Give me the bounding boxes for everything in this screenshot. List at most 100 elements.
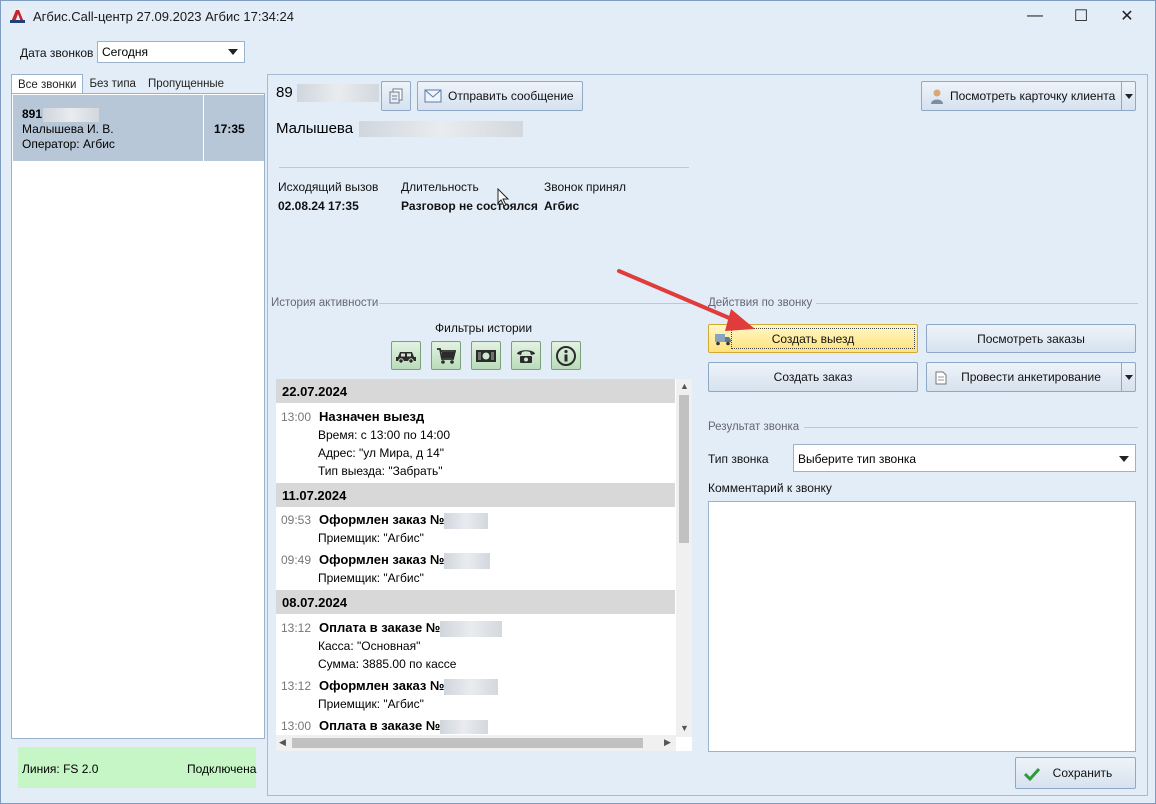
horizontal-scrollbar[interactable]: ◀ ▶ xyxy=(276,735,676,751)
accepted-by-header: Звонок принял xyxy=(544,180,627,194)
divider xyxy=(816,303,1138,304)
history-entry-title-text: Оформлен заказ № xyxy=(319,678,445,693)
chevron-down-icon[interactable] xyxy=(1121,363,1135,391)
history-entry: 13:12 Оформлен заказ № Приемщик: "Агбис" xyxy=(276,677,675,713)
redacted-order-number xyxy=(440,719,489,734)
checkmark-icon xyxy=(1024,767,1040,781)
contact-name-text: Малышева xyxy=(276,120,354,137)
title-bar: Агбис.Call-центр 27.09.2023 Агбис 17:34:… xyxy=(1,1,1155,31)
send-message-button[interactable]: Отправить сообщение xyxy=(417,81,583,111)
tab-all-calls[interactable]: Все звонки xyxy=(11,74,84,95)
history-entry-time: 09:49 xyxy=(281,553,312,567)
filter-cash-button[interactable] xyxy=(471,341,501,370)
line-name: Линия: FS 2.0 xyxy=(22,762,99,776)
redacted-order-number xyxy=(444,512,489,529)
comment-textarea[interactable] xyxy=(708,501,1136,752)
scroll-down-icon[interactable]: ▼ xyxy=(680,723,689,733)
view-client-card-button[interactable]: Посмотреть карточку клиента xyxy=(921,81,1136,111)
history-entry-title: Оплата в заказе № xyxy=(319,717,489,735)
call-time: 17:35 xyxy=(214,122,245,136)
tab-missed[interactable]: Пропущенные xyxy=(142,74,230,95)
result-section-title: Результат звонка xyxy=(708,421,800,433)
contact-name: Малышева xyxy=(276,120,524,138)
history-section-title: История активности xyxy=(271,297,379,309)
filter-cart-button[interactable] xyxy=(431,341,461,370)
call-list-item[interactable]: 891 Малышева И. В. Оператор: Агбис 17:35 xyxy=(13,95,264,161)
close-button[interactable]: ✕ xyxy=(1104,1,1150,31)
history-entry-detail: Приемщик: "Агбис" xyxy=(318,571,424,585)
history-entry-time: 13:00 xyxy=(281,410,312,424)
vertical-scrollbar[interactable]: ▲ ▼ xyxy=(676,379,692,737)
user-icon xyxy=(931,89,943,104)
annotation-arrow-icon xyxy=(617,269,755,331)
maximize-button[interactable]: ☐ xyxy=(1058,1,1104,31)
redacted-name xyxy=(359,121,524,138)
history-filters-title: Фильтры истории xyxy=(435,321,533,335)
history-entry-time: 13:00 xyxy=(281,719,312,733)
view-orders-button[interactable]: Посмотреть заказы xyxy=(926,324,1136,353)
history-entry-time: 09:53 xyxy=(281,513,312,527)
survey-label: Провести анкетирование xyxy=(961,370,1101,384)
redacted-phone xyxy=(43,107,100,122)
send-message-label: Отправить сообщение xyxy=(448,89,574,103)
call-type-label: Тип звонка xyxy=(708,452,769,466)
redacted-order-number xyxy=(444,678,499,695)
scroll-left-icon[interactable]: ◀ xyxy=(279,737,286,748)
history-entry-detail: Адрес: "ул Мира, д 14" xyxy=(318,446,445,460)
contact-phone-text: 89 xyxy=(276,84,293,101)
date-filter-label: Дата звонков xyxy=(20,46,94,60)
car-icon xyxy=(396,351,416,364)
app-window: Агбис.Call-центр 27.09.2023 Агбис 17:34:… xyxy=(0,0,1156,804)
scroll-right-icon[interactable]: ▶ xyxy=(664,737,671,748)
chevron-down-icon[interactable] xyxy=(1121,82,1135,110)
view-client-card-label: Посмотреть карточку клиента xyxy=(950,89,1116,103)
contact-phone: 89 xyxy=(276,84,379,103)
duration-header: Длительность xyxy=(401,180,479,194)
redacted-order-number xyxy=(440,620,503,637)
window-title: Агбис.Call-центр 27.09.2023 Агбис 17:34:… xyxy=(33,9,294,24)
envelope-icon xyxy=(424,89,442,103)
chevron-down-icon xyxy=(228,49,238,55)
phone-icon xyxy=(517,349,535,363)
call-operator: Оператор: Агбис xyxy=(22,137,115,151)
minimize-button[interactable]: — xyxy=(1012,1,1058,31)
history-list[interactable]: 22.07.2024 13:00 Назначен выезд Время: с… xyxy=(276,379,692,751)
call-list: 891 Малышева И. В. Оператор: Агбис 17:35 xyxy=(11,93,265,739)
history-entry-detail: Тип выезда: "Забрать" xyxy=(318,464,443,478)
scroll-up-icon[interactable]: ▲ xyxy=(680,381,689,391)
call-direction-header: Исходящий вызов xyxy=(278,180,379,194)
tab-no-type[interactable]: Без типа xyxy=(83,74,141,95)
history-entry-title: Оплата в заказе № xyxy=(319,619,503,637)
call-type-select[interactable]: Выберите тип звонка xyxy=(793,444,1136,472)
date-filter-select[interactable]: Сегодня xyxy=(97,41,245,63)
history-date-header: 08.07.2024 xyxy=(276,590,675,614)
history-entry-detail: Сумма: 3885.00 по кассе xyxy=(318,657,457,671)
create-order-button[interactable]: Создать заказ xyxy=(708,362,918,392)
filter-car-button[interactable] xyxy=(391,341,421,370)
mouse-cursor-icon xyxy=(497,188,509,207)
history-date-header: 11.07.2024 xyxy=(276,483,675,507)
copy-phone-button[interactable] xyxy=(381,81,411,111)
history-entry-detail: Приемщик: "Агбис" xyxy=(318,697,424,711)
survey-button[interactable]: Провести анкетирование xyxy=(926,362,1136,392)
line-status: Линия: FS 2.0 Подключена xyxy=(18,747,256,788)
call-tabs: Все звонки Без типа Пропущенные xyxy=(11,74,230,95)
divider xyxy=(279,167,689,168)
save-button[interactable]: Сохранить xyxy=(1015,757,1136,789)
history-entry-title-text: Оформлен заказ № xyxy=(319,552,445,567)
history-entry-title: Назначен выезд xyxy=(319,409,425,424)
scroll-thumb[interactable] xyxy=(679,395,689,543)
filter-info-button[interactable] xyxy=(551,341,581,370)
scroll-thumb[interactable] xyxy=(292,738,643,748)
history-entry-title: Оформлен заказ № xyxy=(319,677,499,695)
redacted-order-number xyxy=(444,552,491,569)
filter-phone-button[interactable] xyxy=(511,341,541,370)
history-entry-detail: Касса: "Основная" xyxy=(318,639,421,653)
cash-icon xyxy=(476,349,496,362)
history-entry-time: 13:12 xyxy=(281,621,312,635)
call-phone: 891 xyxy=(22,107,43,121)
history-entry-detail: Приемщик: "Агбис" xyxy=(318,531,424,545)
save-label: Сохранить xyxy=(1052,766,1113,780)
history-entry-title-text: Оплата в заказе № xyxy=(319,718,441,733)
copy-icon xyxy=(389,88,403,104)
